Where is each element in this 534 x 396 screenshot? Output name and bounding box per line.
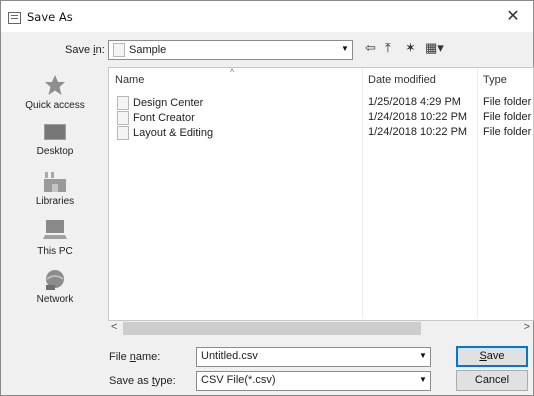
cancel-button[interactable]: Cancel	[456, 370, 528, 391]
folder-icon	[113, 43, 125, 57]
place-libraries[interactable]: Libraries	[7, 171, 103, 207]
list-item[interactable]: Layout & Editing 1/24/2018 10:22 PM File…	[109, 126, 533, 141]
folder-icon	[117, 126, 129, 140]
save-in-dropdown[interactable]: Sample ▼	[108, 40, 353, 60]
sort-ascending-icon: ^	[230, 67, 235, 77]
back-button[interactable]: ⇦	[365, 40, 376, 56]
view-menu-button[interactable]: ▦▾	[425, 40, 444, 56]
save-in-value: Sample	[129, 43, 167, 56]
chevron-down-icon: ▼	[341, 44, 349, 53]
list-item[interactable]: Design Center 1/25/2018 4:29 PM File fol…	[109, 96, 533, 111]
place-desktop[interactable]: Desktop	[7, 123, 103, 157]
computer-icon	[43, 219, 67, 243]
save-button[interactable]: Save	[456, 346, 528, 367]
place-network[interactable]: Network	[7, 269, 103, 305]
horizontal-scrollbar[interactable]: < >	[108, 321, 533, 336]
chevron-down-icon: ▼	[419, 375, 427, 384]
scrollbar-thumb[interactable]	[123, 322, 421, 335]
libraries-icon	[43, 171, 67, 193]
file-name-input[interactable]: Untitled.csv ▼	[196, 347, 431, 367]
network-icon	[43, 269, 67, 291]
new-folder-button[interactable]: ✶	[405, 40, 416, 56]
file-name-label: File name:	[109, 351, 161, 363]
folder-icon	[117, 111, 129, 125]
file-list: ^ Name Date modified Type Design Center …	[108, 67, 534, 321]
column-header-type[interactable]: Type	[483, 74, 507, 86]
place-this-pc[interactable]: This PC	[7, 219, 103, 257]
list-item[interactable]: Font Creator 1/24/2018 10:22 PM File fol…	[109, 111, 533, 126]
scroll-left-button[interactable]: <	[111, 321, 117, 333]
save-as-dialog: Save As ✕ Save in: Sample ▼ ⇦ ⤒ ✶ ▦▾ Qui…	[0, 0, 534, 396]
close-button[interactable]: ✕	[493, 1, 533, 32]
title-bar: Save As ✕	[1, 1, 533, 32]
chevron-down-icon[interactable]: ▼	[416, 348, 430, 366]
save-as-type-dropdown[interactable]: CSV File(*.csv) ▼	[196, 371, 431, 391]
star-icon	[43, 73, 67, 97]
folder-icon	[117, 96, 129, 110]
scroll-right-button[interactable]: >	[524, 321, 530, 333]
save-in-label: Save in:	[65, 44, 105, 56]
desktop-icon	[43, 123, 67, 143]
places-bar: Quick access Desktop Libraries This PC N…	[7, 67, 103, 316]
place-quick-access[interactable]: Quick access	[7, 73, 103, 111]
save-as-type-label: Save as type:	[109, 375, 176, 387]
dialog-title: Save As	[27, 10, 73, 24]
column-header-date[interactable]: Date modified	[368, 74, 436, 86]
up-folder-button[interactable]: ⤒	[385, 40, 391, 56]
dialog-icon	[8, 12, 21, 24]
column-header-name[interactable]: Name	[115, 74, 144, 86]
